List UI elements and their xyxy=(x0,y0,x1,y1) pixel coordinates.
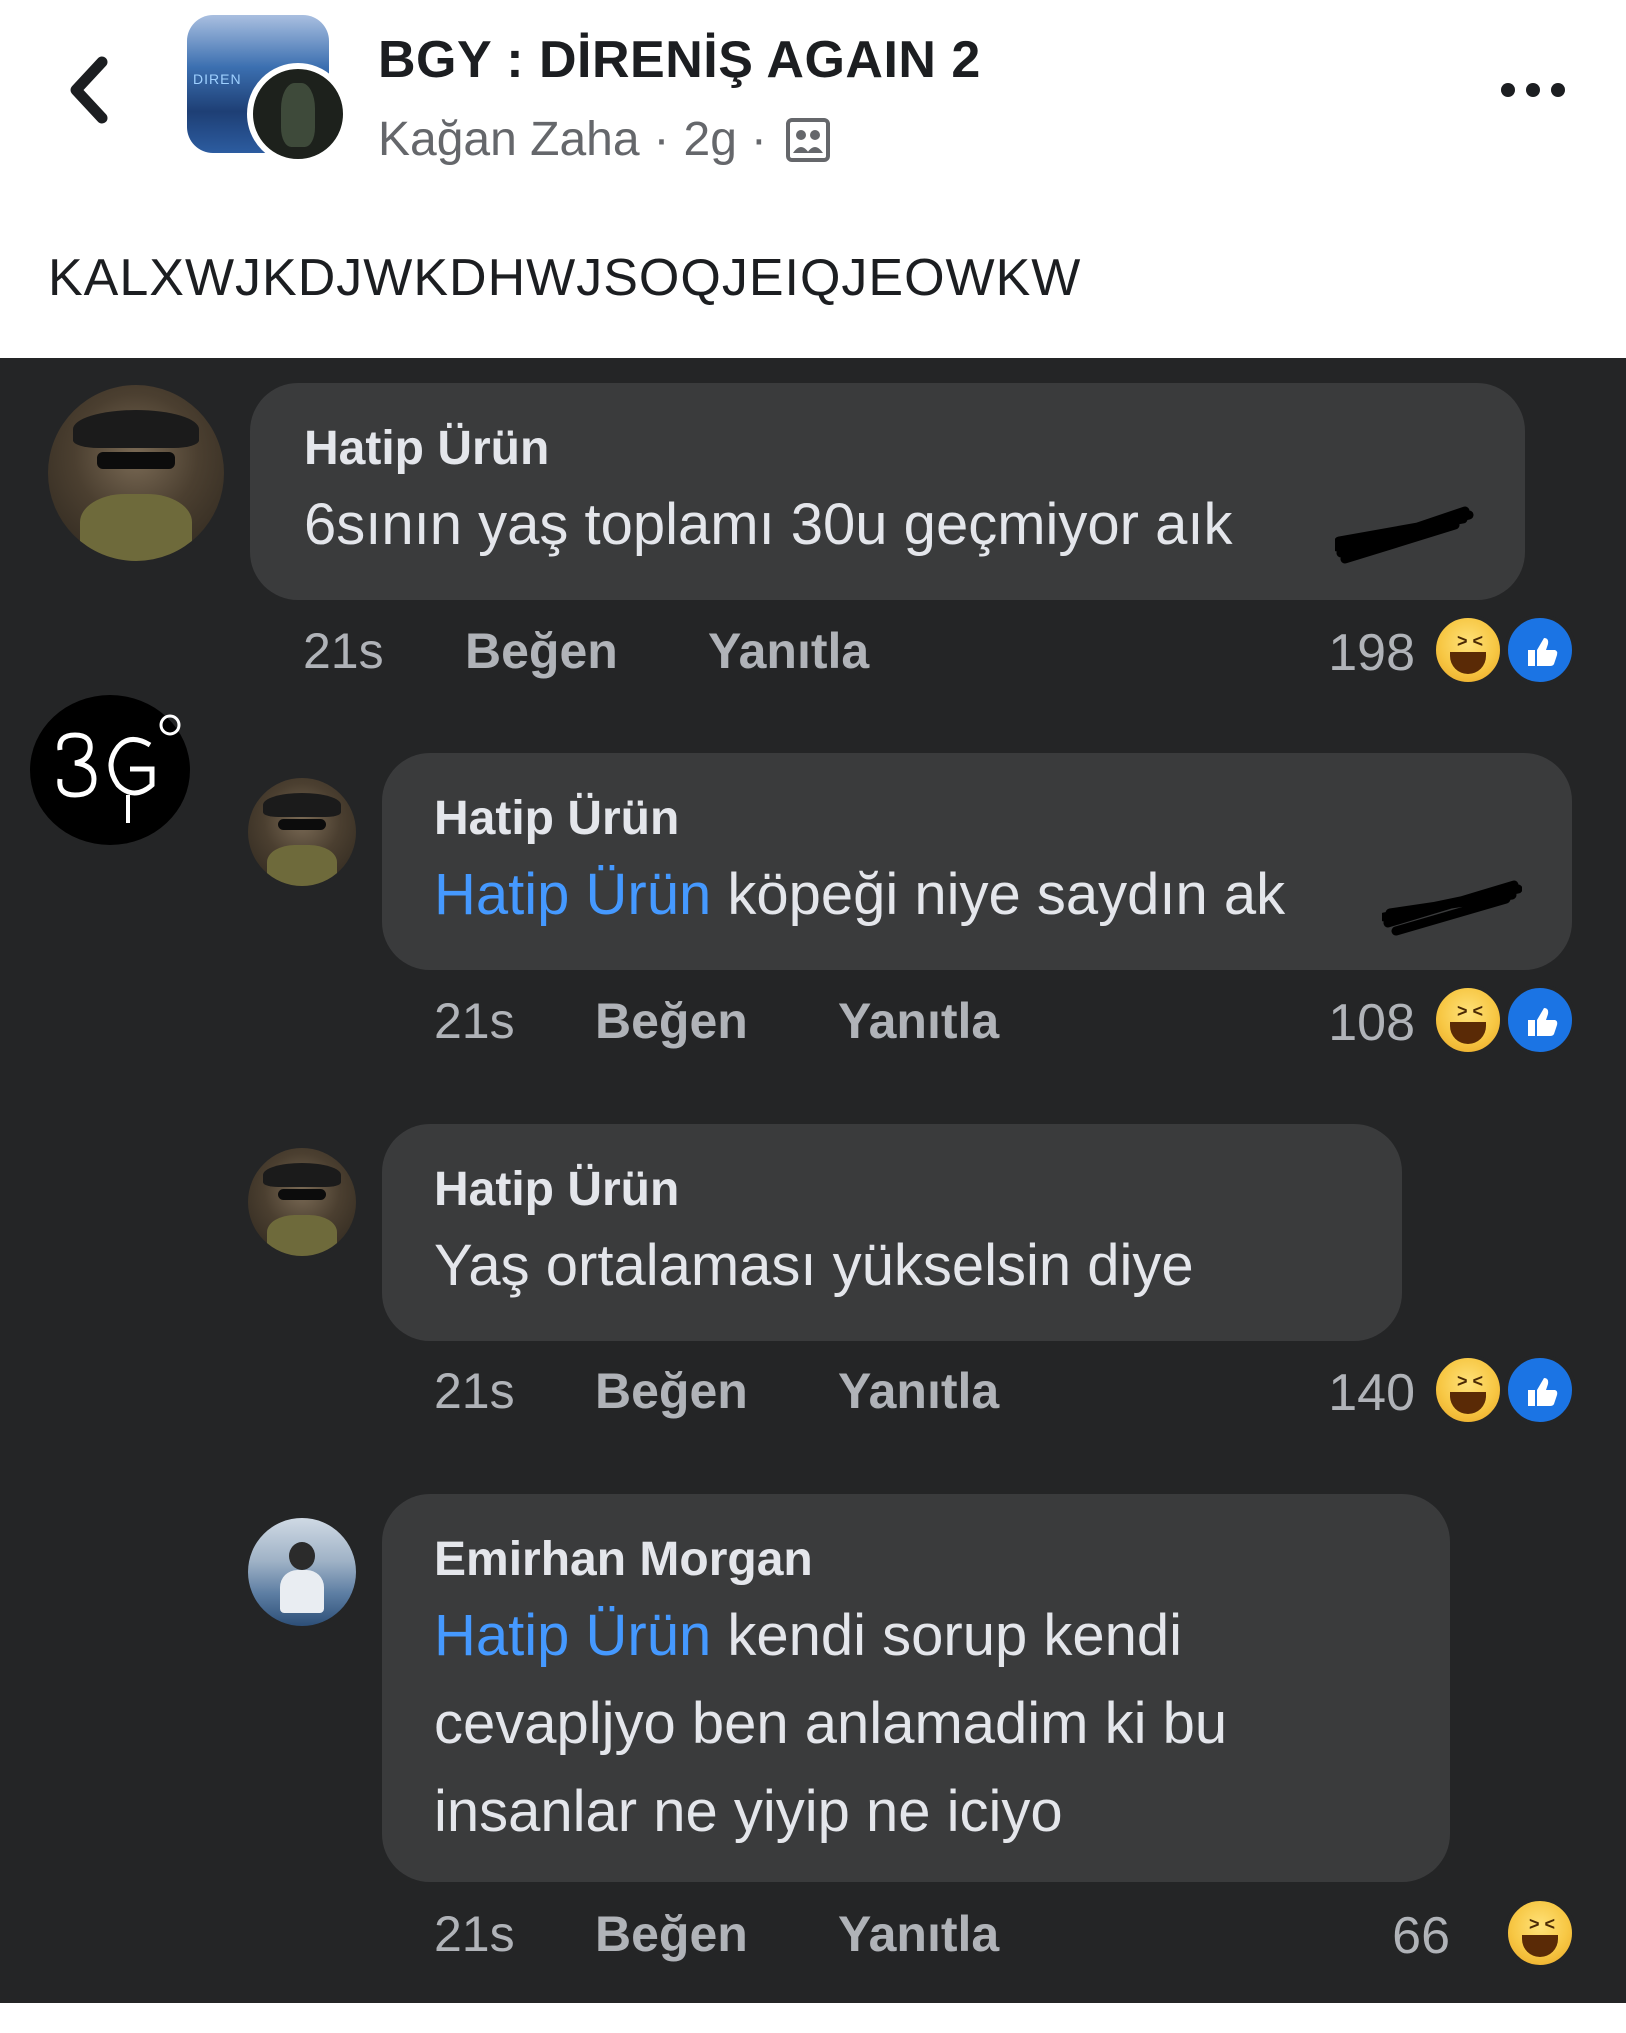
haha-reaction-icon[interactable]: > < xyxy=(1432,984,1504,1056)
back-button[interactable] xyxy=(62,50,122,130)
group-audience-icon xyxy=(785,117,830,162)
comment-actions: 21s Beğen Yanıtla xyxy=(434,1905,1034,1965)
comment-bubble: Emirhan Morgan Hatip Ürün kendi sorup ke… xyxy=(382,1494,1450,1882)
comment-text-line: cevapljyo ben anlamadim ki bu xyxy=(434,1691,1228,1756)
comment-bubble: Hatip Ürün Hatip Ürün köpeği niye saydın… xyxy=(382,753,1572,970)
haha-reaction-icon[interactable]: > < xyxy=(1504,1897,1576,1969)
bottom-edge xyxy=(0,2003,1626,2033)
group-title[interactable]: BGY : DİRENİŞ AGAIN 2 xyxy=(378,30,981,90)
like-reaction-icon[interactable] xyxy=(1504,1354,1576,1426)
haha-reaction-icon[interactable]: > < xyxy=(1432,614,1504,686)
comment-text-main: köpeği niye saydın a xyxy=(727,862,1257,927)
commenter-avatar[interactable] xyxy=(248,1148,356,1256)
comment-bubble: Hatip Ürün Yaş ortalaması yükselsin diye xyxy=(382,1124,1402,1341)
commenter-name[interactable]: Hatip Ürün xyxy=(434,1162,679,1217)
meta-separator: · xyxy=(653,113,670,166)
post-meta: Kağan Zaha · 2g · xyxy=(378,112,831,167)
comment-time[interactable]: 21s xyxy=(434,1905,515,1963)
comment-text: 6sının yaş toplamı 30u geçmiyor aık xyxy=(304,481,1232,569)
post-header: DIREN BGY : DİRENİŞ AGAIN 2 Kağan Zaha ·… xyxy=(0,0,1626,358)
commenter-avatar[interactable] xyxy=(48,385,224,561)
reply-button[interactable]: Yanıtla xyxy=(838,1905,999,1963)
commenter-avatar[interactable] xyxy=(248,778,356,886)
comment-text-main: kendi sorup kendi xyxy=(727,1603,1182,1668)
watermark-logo xyxy=(30,695,190,845)
mention-link[interactable]: Hatip Ürün xyxy=(434,862,711,927)
like-reaction-icon[interactable] xyxy=(1504,614,1576,686)
comment-time[interactable]: 21s xyxy=(303,622,384,680)
logo-mark xyxy=(57,714,181,823)
comment-time[interactable]: 21s xyxy=(434,992,515,1050)
haha-reaction-icon[interactable]: > < xyxy=(1432,1354,1504,1426)
comment-time[interactable]: 21s xyxy=(434,1362,515,1420)
comment-text-main: 6sının yaş toplamı 30u geçmiyor a xyxy=(304,492,1188,557)
comment-text-line: insanlar ne yiyip ne iciyo xyxy=(434,1779,1063,1844)
redaction-scribble xyxy=(1335,506,1474,564)
comment-actions: 21s Beğen Yanıtla xyxy=(434,1362,1034,1422)
commenter-avatar[interactable] xyxy=(248,1518,356,1626)
comment-text-tail: k xyxy=(1256,862,1286,927)
reply-button[interactable]: Yanıtla xyxy=(708,622,869,680)
commenter-name[interactable]: Hatip Ürün xyxy=(434,791,679,846)
reaction-count[interactable]: 198 xyxy=(1280,623,1415,683)
comment-text-line: Hatip Ürün kendi sorup kendi xyxy=(434,1592,1182,1680)
like-button[interactable]: Beğen xyxy=(595,1362,748,1420)
comment-text: Hatip Ürün köpeği niye saydın ak xyxy=(434,851,1285,939)
reaction-count[interactable]: 108 xyxy=(1280,993,1415,1053)
commenter-name[interactable]: Emirhan Morgan xyxy=(434,1532,813,1587)
author-avatar[interactable] xyxy=(247,63,349,165)
reply-button[interactable]: Yanıtla xyxy=(838,1362,999,1420)
reaction-count[interactable]: 66 xyxy=(1330,1906,1450,1966)
like-reaction-icon[interactable] xyxy=(1504,984,1576,1056)
chevron-left-icon xyxy=(70,56,108,124)
mention-link[interactable]: Hatip Ürün xyxy=(434,1603,711,1668)
group-avatar-tag: DIREN xyxy=(193,71,242,87)
post-text: KALXWJKDJWKDHWJSOQJEIQJEOWKW xyxy=(48,249,1082,307)
comment-actions: 21s Beğen Yanıtla xyxy=(434,992,1034,1052)
redaction-scribble xyxy=(1382,880,1522,936)
more-options-button[interactable] xyxy=(1498,70,1568,110)
like-button[interactable]: Beğen xyxy=(465,622,618,680)
reaction-count[interactable]: 140 xyxy=(1280,1363,1415,1423)
meta-separator: · xyxy=(750,113,767,166)
comment-actions: 21s Beğen Yanıtla xyxy=(303,622,903,682)
more-dots-icon xyxy=(1501,83,1565,97)
commenter-name[interactable]: Hatip Ürün xyxy=(304,421,549,476)
comment-text: Yaş ortalaması yükselsin diye xyxy=(434,1233,1194,1298)
like-button[interactable]: Beğen xyxy=(595,992,748,1050)
post-time[interactable]: 2g xyxy=(684,112,737,167)
like-button[interactable]: Beğen xyxy=(595,1905,748,1963)
comment-bubble: Hatip Ürün 6sının yaş toplamı 30u geçmiy… xyxy=(250,383,1525,600)
author-name[interactable]: Kağan Zaha xyxy=(378,112,640,167)
comment-text-tail: ık xyxy=(1187,492,1233,557)
reply-button[interactable]: Yanıtla xyxy=(838,992,999,1050)
